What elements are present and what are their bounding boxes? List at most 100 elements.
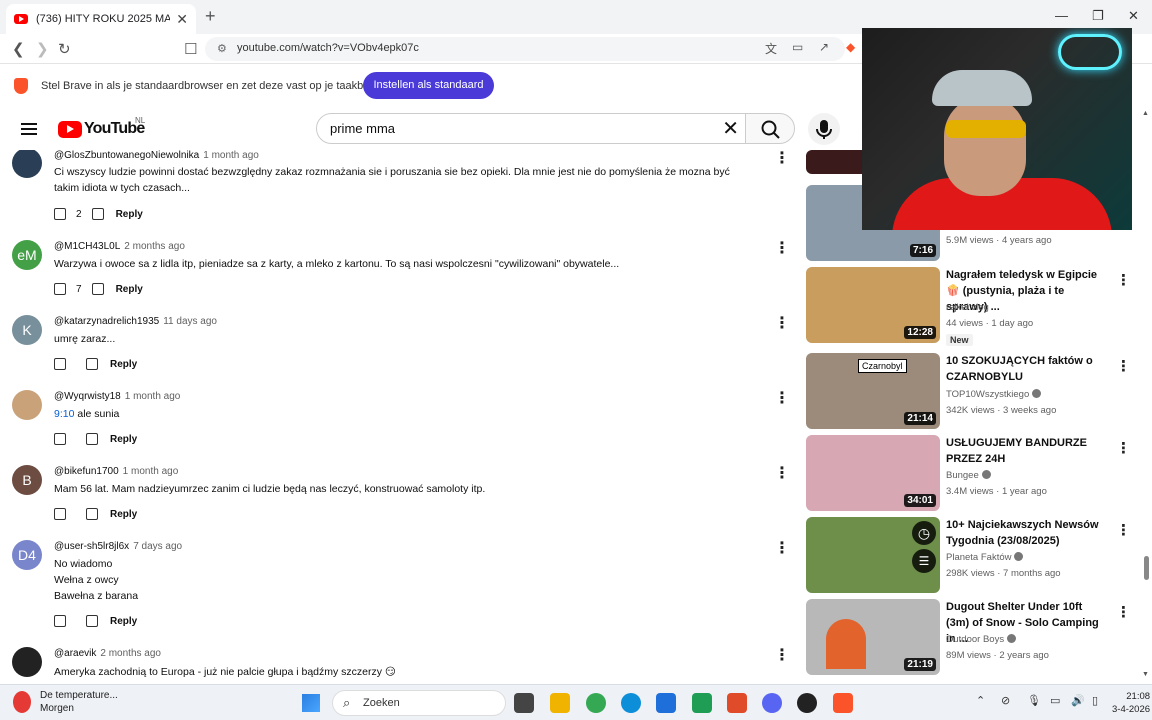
video-menu-icon[interactable]: ⋮ <box>1116 357 1131 375</box>
comment-menu-icon[interactable]: ⋮ <box>774 150 790 168</box>
video-item[interactable]: 21:19 Dugout Shelter Under 10ft (3m) of … <box>806 599 1136 677</box>
comment-menu-icon[interactable]: ⋮ <box>774 463 790 483</box>
comment-menu-icon[interactable]: ⋮ <box>774 645 790 665</box>
battery-icon[interactable]: ▯ <box>1092 694 1098 707</box>
dislike-icon[interactable] <box>86 433 98 445</box>
site-info-icon[interactable]: ⚙ <box>217 42 227 55</box>
comment-author[interactable]: @M1CH43L0L <box>54 241 120 252</box>
comment-author[interactable]: @bikefun1700 <box>54 466 119 477</box>
word-icon[interactable] <box>656 693 676 713</box>
video-channel[interactable]: Planeta Faktów <box>946 552 1024 563</box>
comment-author[interactable]: @user-sh5lr8jl6x <box>54 541 129 552</box>
video-menu-icon[interactable]: ⋮ <box>1116 603 1131 621</box>
video-menu-icon[interactable]: ⋮ <box>1116 439 1131 457</box>
comment-age[interactable]: 1 month ago <box>125 391 181 402</box>
like-icon[interactable] <box>54 283 66 295</box>
video-item[interactable]: Czarnobyl 21:14 10 SZOKUJĄCYCH faktów o … <box>806 353 1136 431</box>
share-icon[interactable]: ↗ <box>819 40 829 54</box>
reply-button[interactable]: Reply <box>116 284 143 295</box>
watch-later-icon[interactable]: ◷ <box>912 521 936 545</box>
brave-shields-icon[interactable]: ◆ <box>846 40 855 54</box>
video-item[interactable]: 34:01 USŁUGUJEMY BANDURZE PRZEZ 24H Bung… <box>806 435 1136 513</box>
dislike-icon[interactable] <box>86 358 98 370</box>
windows-start-icon[interactable] <box>302 694 320 712</box>
like-icon[interactable] <box>54 508 66 520</box>
translate-icon[interactable]: 文 <box>765 40 777 57</box>
microphone-tray-icon[interactable]: 🎙 <box>1027 694 1041 707</box>
reply-button[interactable]: Reply <box>116 209 143 220</box>
reply-button[interactable]: Reply <box>110 434 137 445</box>
reload-icon[interactable]: ↻ <box>58 40 71 58</box>
taskbar-search[interactable]: ⌕ Zoeken <box>332 690 506 716</box>
like-icon[interactable] <box>54 615 66 627</box>
voice-search-button[interactable] <box>808 113 840 145</box>
video-menu-icon[interactable]: ⋮ <box>1116 521 1131 539</box>
video-thumbnail[interactable]: 12:28 <box>806 267 940 343</box>
like-icon[interactable] <box>54 358 66 370</box>
edge-icon[interactable] <box>621 693 641 713</box>
maximize-icon[interactable]: ❐ <box>1092 8 1104 24</box>
search-input[interactable]: prime mma ✕ <box>316 113 746 144</box>
clock[interactable]: 21:08 3-4-2026 <box>1112 690 1150 716</box>
comment-author[interactable]: @araevik <box>54 648 96 659</box>
close-tab-icon[interactable]: ✕ <box>176 11 188 28</box>
comment-menu-icon[interactable]: ⋮ <box>774 238 790 258</box>
video-title[interactable]: 10+ Najciekawszych Newsów Tygodnia (23/0… <box>946 517 1106 549</box>
discord-icon[interactable] <box>762 693 782 713</box>
comment-age[interactable]: 2 months ago <box>124 241 185 252</box>
reply-button[interactable]: Reply <box>110 509 137 520</box>
cast-icon[interactable]: ▭ <box>792 40 803 54</box>
video-channel[interactable]: Bungee <box>946 470 991 481</box>
avatar[interactable] <box>12 390 42 420</box>
new-tab-button[interactable]: + <box>205 6 216 27</box>
minimize-icon[interactable]: — <box>1055 8 1068 23</box>
video-thumbnail[interactable]: Czarnobyl 21:14 <box>806 353 940 429</box>
comment-age[interactable]: 11 days ago <box>163 316 217 327</box>
add-to-queue-icon[interactable]: ☰ <box>912 549 936 573</box>
chrome-icon[interactable] <box>586 693 606 713</box>
avatar[interactable]: K <box>12 315 42 345</box>
weather-widget[interactable]: De temperature... Morgen <box>40 689 118 715</box>
comment-age[interactable]: 1 month ago <box>203 150 259 161</box>
file-explorer-icon[interactable] <box>550 693 570 713</box>
dislike-icon[interactable] <box>91 208 104 220</box>
video-menu-icon[interactable]: ⋮ <box>1116 271 1131 289</box>
scroll-down-icon[interactable]: ▼ <box>1142 671 1149 678</box>
like-icon[interactable] <box>54 433 66 445</box>
comment-author[interactable]: @GlosZbuntowanegoNiewolnika <box>54 150 199 161</box>
youtube-logo-icon[interactable] <box>58 121 82 138</box>
scroll-up-icon[interactable]: ▲ <box>1142 110 1149 117</box>
obs-icon[interactable] <box>797 693 817 713</box>
back-icon[interactable]: ❮ <box>12 40 25 58</box>
task-view-icon[interactable] <box>514 693 534 713</box>
reply-button[interactable]: Reply <box>110 359 137 370</box>
comment-age[interactable]: 7 days ago <box>133 541 182 552</box>
close-window-icon[interactable]: ✕ <box>1128 8 1139 24</box>
scrollbar-thumb[interactable] <box>1144 556 1149 580</box>
video-thumbnail[interactable]: ◷ ☰ <box>806 517 940 593</box>
brave-icon[interactable] <box>833 693 853 713</box>
tray-app-icon[interactable]: ⊘ <box>1001 694 1010 707</box>
bookmark-icon[interactable]: ☐ <box>184 40 197 58</box>
url-input[interactable]: ⚙ youtube.com/watch?v=VObv4epk07c <box>205 37 845 61</box>
page-scrollbar[interactable]: ▲ ▼ <box>1140 108 1152 684</box>
video-channel[interactable]: TOP10Wszystkiego <box>946 389 1042 400</box>
comment-menu-icon[interactable]: ⋮ <box>774 313 790 333</box>
forward-icon[interactable]: ❯ <box>36 40 49 58</box>
avatar[interactable] <box>12 150 42 178</box>
powerpoint-icon[interactable] <box>727 693 747 713</box>
comment-menu-icon[interactable]: ⋮ <box>774 388 790 408</box>
excel-icon[interactable] <box>692 693 712 713</box>
video-title[interactable]: USŁUGUJEMY BANDURZE PRZEZ 24H <box>946 435 1106 467</box>
video-thumbnail[interactable]: 34:01 <box>806 435 940 511</box>
video-channel[interactable]: rejkel vlog <box>946 302 989 313</box>
volume-icon[interactable]: 🔊 <box>1071 694 1085 707</box>
comment-age[interactable]: 2 months ago <box>100 648 161 659</box>
weather-icon[interactable] <box>13 691 31 713</box>
comment-author[interactable]: @katarzynadrelich1935 <box>54 316 159 327</box>
comment-age[interactable]: 1 month ago <box>123 466 179 477</box>
set-default-button[interactable]: Instellen als standaard <box>363 72 494 99</box>
video-channel[interactable]: Outdoor Boys <box>946 634 1017 645</box>
video-thumbnail[interactable]: 21:19 <box>806 599 940 675</box>
reply-button[interactable]: Reply <box>110 616 137 627</box>
